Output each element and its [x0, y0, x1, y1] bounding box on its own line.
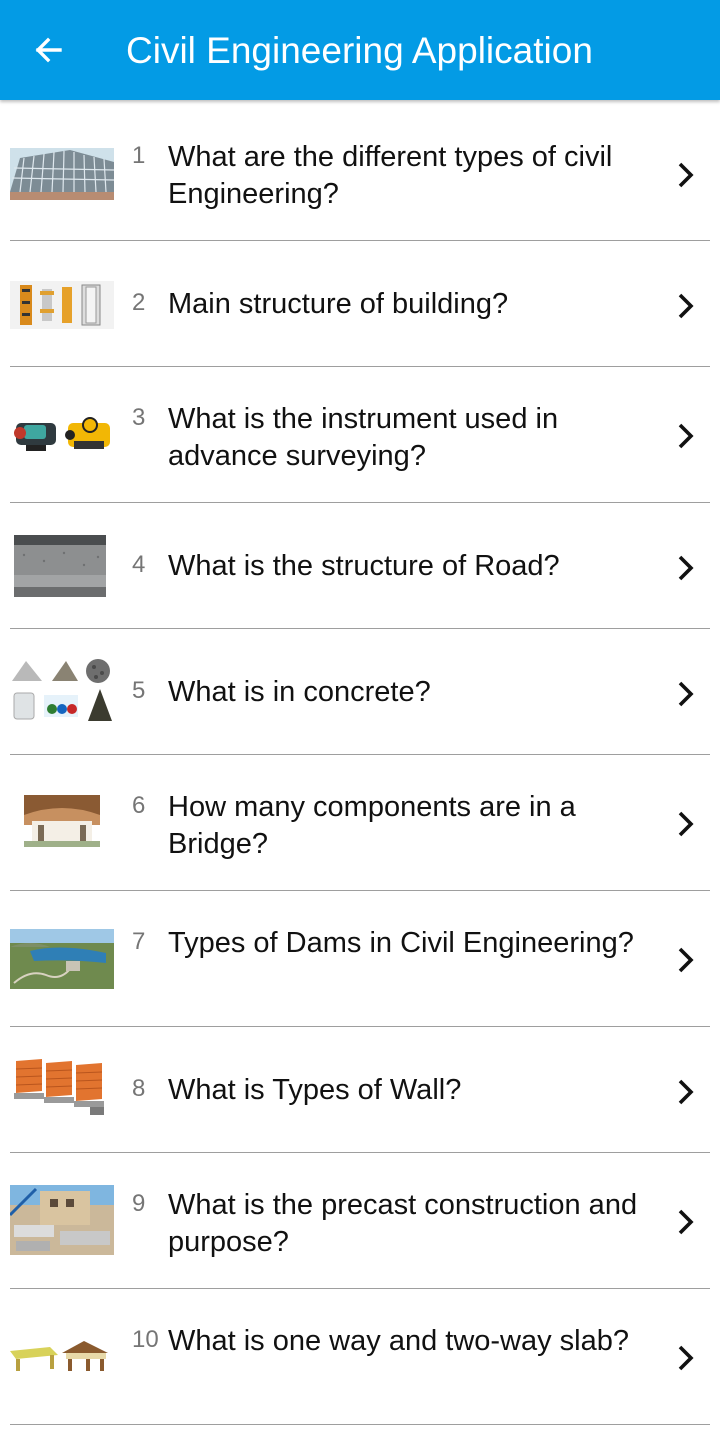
chevron-right-icon	[678, 947, 694, 973]
item-number: 10	[132, 1326, 159, 1353]
precast-construction-image	[10, 1185, 114, 1255]
item-number: 7	[132, 928, 146, 955]
slab-models-image	[10, 1339, 114, 1375]
chevron-right-icon	[678, 1209, 694, 1235]
chevron-right-icon	[678, 811, 694, 837]
item-question: Main structure of building?	[168, 288, 509, 320]
back-button[interactable]	[24, 26, 72, 74]
chevron-right-icon	[678, 293, 694, 319]
item-number: 3	[132, 404, 146, 431]
list-item[interactable]: 3 What is the instrument used in advance…	[10, 367, 710, 503]
item-number: 5	[132, 677, 146, 704]
item-number: 1	[132, 142, 146, 169]
bridge-underside-image	[24, 795, 100, 853]
dam-landscape-image	[10, 929, 114, 989]
list-item[interactable]: 5 What is in concrete?	[10, 629, 710, 755]
list-item[interactable]: 4 What is the structure of Road?	[10, 503, 710, 629]
item-number: 6	[132, 792, 146, 819]
chevron-right-icon	[678, 555, 694, 581]
item-question: What are the different types of civil En…	[168, 141, 613, 210]
brick-walls-image	[10, 1055, 114, 1125]
road-asphalt-image	[14, 535, 106, 597]
item-question: What is Types of Wall?	[168, 1074, 462, 1106]
list-item[interactable]: 9 What is the precast construction and p…	[10, 1153, 710, 1289]
item-number: 8	[132, 1075, 146, 1102]
item-question: Types of Dams in Civil Engineering?	[168, 927, 634, 959]
arrow-left-icon	[35, 37, 62, 63]
column-formwork-image	[10, 281, 114, 329]
concrete-ingredients-image	[10, 657, 114, 725]
list-item[interactable]: 8 What is Types of Wall?	[10, 1027, 710, 1153]
surveying-instruments-image	[10, 411, 114, 459]
question-list: 1 What are the different types of civil …	[0, 100, 720, 1425]
chevron-right-icon	[678, 1079, 694, 1105]
item-number: 4	[132, 551, 146, 578]
chevron-right-icon	[678, 1345, 694, 1371]
list-item[interactable]: 10 What is one way and two-way slab?	[10, 1289, 710, 1425]
item-question: What is the structure of Road?	[168, 550, 560, 582]
app-bar: Civil Engineering Application	[0, 0, 720, 100]
item-question: What is one way and two-way slab?	[168, 1325, 629, 1357]
building-facade-image	[10, 148, 114, 200]
item-number: 2	[132, 289, 146, 316]
list-item[interactable]: 2 Main structure of building?	[10, 241, 710, 367]
list-item[interactable]: 6 How many components are in a Bridge?	[10, 755, 710, 891]
chevron-right-icon	[678, 162, 694, 188]
item-question: How many components are in a Bridge?	[168, 791, 576, 860]
item-question: What is the instrument used in advance s…	[168, 403, 559, 472]
item-question: What is the precast construction and pur…	[168, 1189, 638, 1258]
app-title: Civil Engineering Application	[126, 30, 593, 71]
list-item[interactable]: 7 Types of Dams in Civil Engineering?	[10, 891, 710, 1027]
item-question: What is in concrete?	[168, 676, 431, 708]
chevron-right-icon	[678, 681, 694, 707]
chevron-right-icon	[678, 423, 694, 449]
item-number: 9	[132, 1190, 146, 1217]
list-item[interactable]: 1 What are the different types of civil …	[10, 100, 710, 241]
